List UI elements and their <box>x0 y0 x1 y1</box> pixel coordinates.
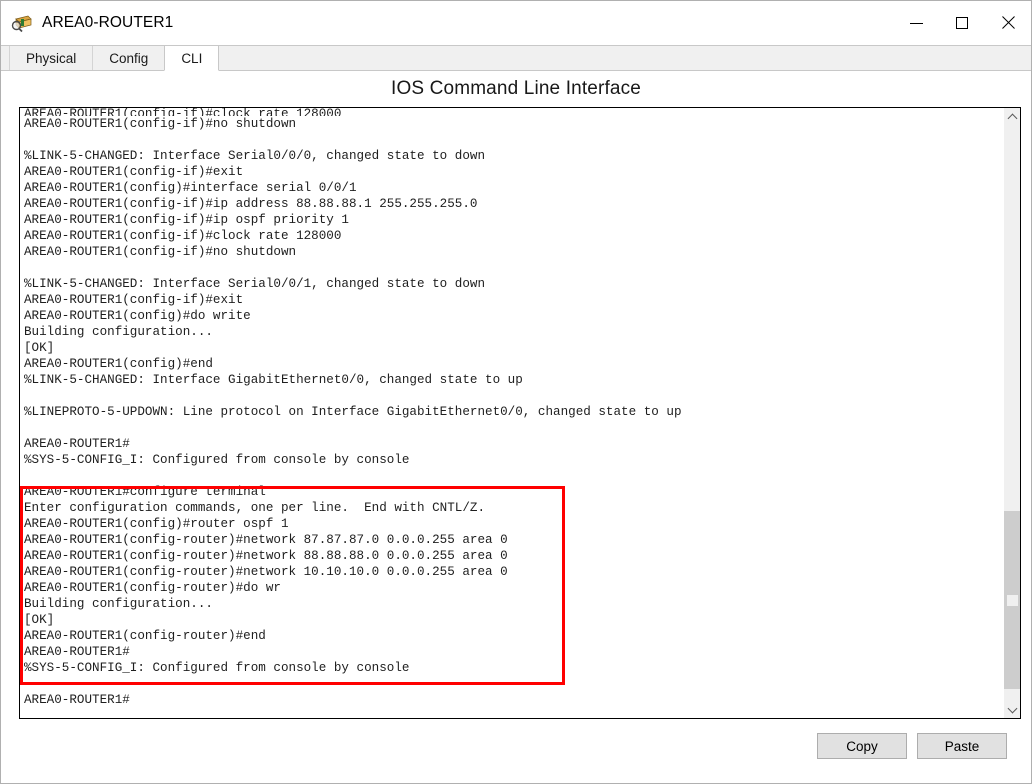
terminal-line: AREA0-ROUTER1(config-if)#exit <box>24 293 244 307</box>
tab-config[interactable]: Config <box>92 46 166 70</box>
terminal-line: AREA0-ROUTER1(config-router)#network 87.… <box>24 533 508 547</box>
chevron-up-icon <box>1007 113 1017 123</box>
footer-bar: Copy Paste <box>1 719 1031 783</box>
scrollbar-thumb-grip <box>1007 595 1018 607</box>
terminal-line: AREA0-ROUTER1(config-if)#ip address 88.8… <box>24 197 478 211</box>
scrollbar-thumb[interactable] <box>1004 510 1020 690</box>
scroll-down-button[interactable] <box>1004 701 1020 718</box>
tab-bar: Physical Config CLI <box>1 45 1031 71</box>
terminal-line: AREA0-ROUTER1# <box>24 693 130 707</box>
terminal-line: %LINEPROTO-5-UPDOWN: Line protocol on In… <box>24 405 682 419</box>
terminal-line: %LINK-5-CHANGED: Interface Serial0/0/0, … <box>24 149 486 163</box>
tab-config-label: Config <box>109 50 149 66</box>
maximize-icon <box>956 17 968 29</box>
paste-button[interactable]: Paste <box>917 733 1007 759</box>
terminal-line: AREA0-ROUTER1(config-if)#clock rate 1280… <box>24 229 342 243</box>
tab-physical-label: Physical <box>26 50 77 66</box>
terminal-line: AREA0-ROUTER1(config-router)#network 10.… <box>24 565 508 579</box>
scrollbar-track[interactable] <box>1004 125 1020 701</box>
terminal-line: AREA0-ROUTER1(config)#interface serial 0… <box>24 181 357 195</box>
tab-physical[interactable]: Physical <box>9 46 94 70</box>
panel-heading: IOS Command Line Interface <box>1 71 1031 107</box>
terminal-line: %LINK-5-CHANGED: Interface Serial0/0/1, … <box>24 277 486 291</box>
minimize-button[interactable] <box>893 1 939 45</box>
tab-cli[interactable]: CLI <box>164 46 220 71</box>
terminal-line: Building configuration... <box>24 597 213 611</box>
close-icon <box>1001 16 1015 30</box>
terminal-line: Building configuration... <box>24 325 213 339</box>
minimize-icon <box>909 22 923 24</box>
terminal-line: AREA0-ROUTER1(config-if)#clock rate 1280… <box>24 108 342 116</box>
terminal-output[interactable]: AREA0-ROUTER1(config-if)#clock rate 1280… <box>20 108 1003 718</box>
terminal-area: AREA0-ROUTER1(config-if)#clock rate 1280… <box>19 107 1021 719</box>
terminal-line: Enter configuration commands, one per li… <box>24 501 486 515</box>
window-titlebar: AREA0-ROUTER1 <box>1 1 1031 45</box>
terminal-line: [OK] <box>24 613 55 627</box>
terminal-line: AREA0-ROUTER1(config)#router ospf 1 <box>24 517 289 531</box>
close-button[interactable] <box>985 1 1031 45</box>
terminal-line: AREA0-ROUTER1# <box>24 645 130 659</box>
terminal-line: AREA0-ROUTER1#configure terminal <box>24 485 266 499</box>
terminal-line: %SYS-5-CONFIG_I: Configured from console… <box>24 453 410 467</box>
window-controls <box>893 1 1031 45</box>
chevron-down-icon <box>1007 703 1017 713</box>
terminal-vertical-scrollbar[interactable] <box>1003 108 1020 718</box>
terminal-line: AREA0-ROUTER1# <box>24 437 130 451</box>
tab-cli-label: CLI <box>181 50 203 66</box>
terminal-line: AREA0-ROUTER1(config-if)#no shutdown <box>24 117 297 131</box>
terminal-line: AREA0-ROUTER1(config-if)#ip ospf priorit… <box>24 213 349 227</box>
cli-window: AREA0-ROUTER1 Physical Config CLI IOS Co… <box>0 0 1032 784</box>
copy-button[interactable]: Copy <box>817 733 907 759</box>
tab-bar-filler <box>218 46 1031 70</box>
window-title: AREA0-ROUTER1 <box>42 14 174 31</box>
maximize-button[interactable] <box>939 1 985 45</box>
router-device-icon <box>11 12 33 34</box>
terminal-line: %SYS-5-CONFIG_I: Configured from console… <box>24 661 410 675</box>
terminal-line: AREA0-ROUTER1(config-if)#no shutdown <box>24 245 297 259</box>
terminal-line: [OK] <box>24 341 55 355</box>
terminal-line: %LINK-5-CHANGED: Interface GigabitEthern… <box>24 373 523 387</box>
terminal-line: AREA0-ROUTER1(config-if)#exit <box>24 165 244 179</box>
scroll-up-button[interactable] <box>1004 108 1020 125</box>
terminal-line-list: AREA0-ROUTER1(config-if)#clock rate 1280… <box>24 108 1003 708</box>
terminal-line: AREA0-ROUTER1(config-router)#end <box>24 629 266 643</box>
terminal-line: AREA0-ROUTER1(config)#end <box>24 357 213 371</box>
terminal-line: AREA0-ROUTER1(config)#do write <box>24 309 251 323</box>
terminal-line: AREA0-ROUTER1(config-router)#do wr <box>24 581 281 595</box>
terminal-line: AREA0-ROUTER1(config-router)#network 88.… <box>24 549 508 563</box>
